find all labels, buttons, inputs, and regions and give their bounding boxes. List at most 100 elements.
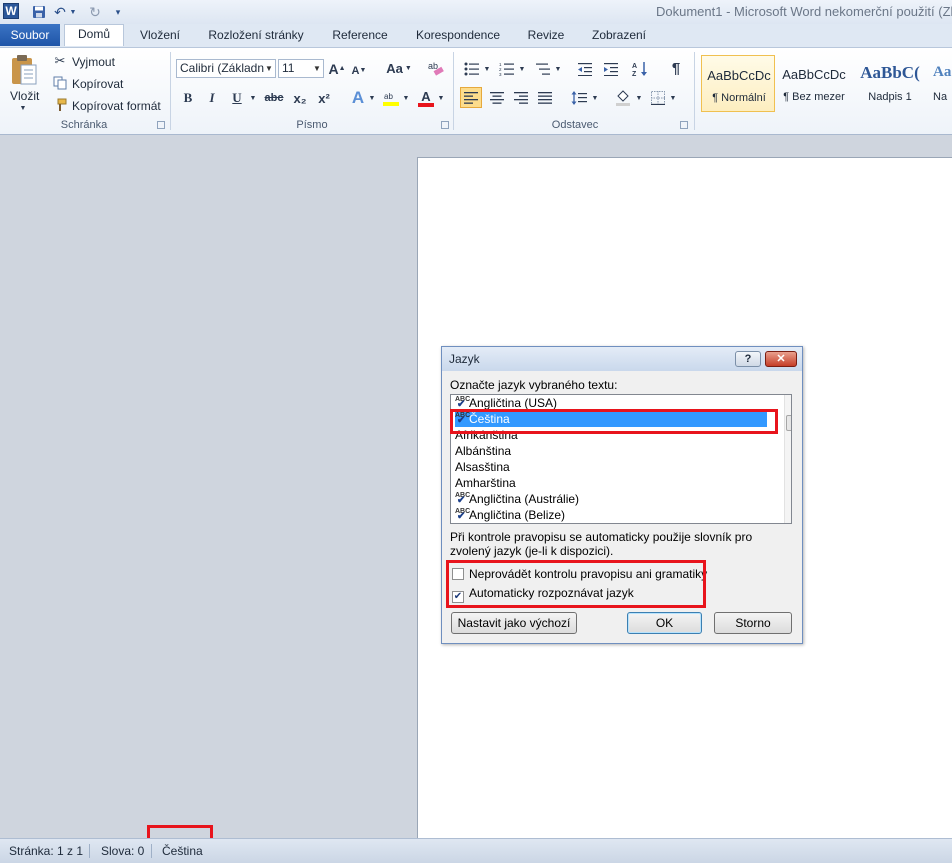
group-divider <box>170 52 171 130</box>
shading-dropdown-icon[interactable]: ▼ <box>634 90 644 106</box>
style-heading-1[interactable]: AaBbC( Nadpis 1 <box>853 55 927 112</box>
cancel-button[interactable]: Storno <box>714 612 792 634</box>
align-center-icon[interactable] <box>486 87 508 108</box>
bullets-icon[interactable] <box>462 59 482 78</box>
italic-button[interactable]: I <box>203 89 221 107</box>
paragraph-dialog-launcher-icon[interactable] <box>680 121 688 129</box>
strikethrough-button[interactable]: abc <box>262 89 286 107</box>
numbering-dropdown-icon[interactable]: ▼ <box>517 61 527 77</box>
scroll-up-icon[interactable]: ▲ <box>785 395 791 409</box>
font-name-combo[interactable]: Calibri (Základn ▼ <box>176 59 276 78</box>
borders-dropdown-icon[interactable]: ▼ <box>668 90 678 106</box>
save-icon[interactable] <box>30 3 48 21</box>
underline-dropdown-icon[interactable]: ▼ <box>248 90 258 106</box>
tab-file[interactable]: Soubor <box>0 24 60 46</box>
highlight-color-icon[interactable]: ab <box>381 88 401 108</box>
tab-page-layout[interactable]: Rozložení stránky <box>196 26 316 47</box>
change-case-icon: Aa <box>386 61 403 76</box>
superscript-button[interactable]: x² <box>314 89 334 107</box>
scrollbar-thumb[interactable] <box>786 415 791 431</box>
tab-insert[interactable]: Vložení <box>128 26 192 47</box>
bold-button[interactable]: B <box>179 89 197 107</box>
redo-icon[interactable]: ↻ <box>87 3 103 21</box>
increase-indent-icon[interactable] <box>601 59 621 78</box>
text-effects-dropdown-icon[interactable]: ▼ <box>367 90 377 106</box>
word-app-icon[interactable]: W <box>3 3 19 19</box>
undo-dropdown-icon[interactable]: ▼ <box>68 3 78 21</box>
language-list-item[interactable]: Albánština <box>455 443 767 459</box>
tab-home[interactable]: Domů <box>64 24 124 46</box>
status-page-count[interactable]: Stránka: 1 z 1 <box>9 844 83 858</box>
status-language[interactable]: Čeština <box>162 844 203 858</box>
set-as-default-button[interactable]: Nastavit jako výchozí <box>451 612 577 634</box>
multilevel-list-icon[interactable] <box>533 59 553 78</box>
style-name: ¶ Bez mezer <box>783 91 845 103</box>
scroll-down-icon[interactable]: ▼ <box>785 509 791 523</box>
scissors-icon: ✂ <box>54 53 66 68</box>
numbering-icon[interactable]: 123 <box>497 59 517 78</box>
chevron-down-icon: ▼ <box>265 64 273 73</box>
borders-icon[interactable] <box>648 87 668 108</box>
line-spacing-dropdown-icon[interactable]: ▼ <box>590 90 600 106</box>
style-heading-2[interactable]: Aa Na <box>929 55 952 112</box>
underline-button[interactable]: U <box>228 89 246 107</box>
align-right-icon[interactable] <box>510 87 532 108</box>
close-button[interactable]: ✕ <box>765 351 797 367</box>
subscript-button[interactable]: x₂ <box>290 89 310 107</box>
ok-button[interactable]: OK <box>627 612 702 634</box>
tab-review[interactable]: Revize <box>518 26 574 47</box>
copy-button[interactable]: Kopírovat <box>72 77 123 91</box>
font-color-button[interactable]: A <box>416 88 436 108</box>
undo-icon[interactable]: ↶ <box>52 3 68 21</box>
shrink-font-button[interactable]: A ▼ <box>350 61 368 80</box>
language-prompt-label: Označte jazyk vybraného textu: <box>450 378 618 392</box>
dialog-title-bar[interactable]: Jazyk ? ✕ <box>442 347 802 371</box>
shading-icon[interactable] <box>612 87 634 108</box>
clear-formatting-icon[interactable]: ab <box>426 58 446 78</box>
customize-quick-access-icon[interactable]: ▾ <box>112 3 124 21</box>
clipboard-dialog-launcher-icon[interactable] <box>157 121 165 129</box>
font-color-dropdown-icon[interactable]: ▼ <box>436 90 446 106</box>
highlight-dropdown-icon[interactable]: ▼ <box>401 90 411 106</box>
language-list-scrollbar[interactable]: ▲ ▼ <box>784 395 791 523</box>
clipboard-group-label: Schránka <box>60 119 108 131</box>
language-list-item[interactable]: ABCAngličtina (Austrálie) <box>455 491 767 507</box>
status-word-count[interactable]: Slova: 0 <box>101 844 144 858</box>
align-left-button[interactable] <box>460 87 482 108</box>
font-size-combo[interactable]: 11 ▼ <box>278 59 324 78</box>
svg-text:ab: ab <box>428 61 438 71</box>
svg-text:Z: Z <box>632 71 637 77</box>
decrease-indent-icon[interactable] <box>575 59 595 78</box>
paste-button[interactable]: Vložit <box>10 89 39 103</box>
highlight-box-checkboxes <box>446 560 706 608</box>
language-name: Angličtina (Austrálie) <box>469 492 580 506</box>
paste-dropdown-icon[interactable]: ▼ <box>18 104 28 112</box>
grow-font-button[interactable]: A ▲ <box>328 59 346 78</box>
sort-icon[interactable]: AZ <box>630 59 650 78</box>
format-painter-button[interactable]: Kopírovat formát <box>72 99 161 113</box>
tab-view[interactable]: Zobrazení <box>580 26 658 47</box>
language-name: Alsasština <box>455 460 510 474</box>
style-normal[interactable]: AaBbCcDc ¶ Normální <box>701 55 775 112</box>
tab-references[interactable]: Reference <box>322 26 398 47</box>
justify-icon[interactable] <box>534 87 556 108</box>
language-list-item[interactable]: ABCAngličtina (Belize) <box>455 507 767 523</box>
line-spacing-icon[interactable] <box>568 87 590 108</box>
style-no-spacing[interactable]: AaBbCcDc ¶ Bez mezer <box>777 55 851 112</box>
group-divider <box>694 52 695 130</box>
status-divider <box>151 844 152 858</box>
tab-mailings[interactable]: Korespondence <box>404 26 512 47</box>
language-name: Albánština <box>455 444 512 458</box>
cut-button[interactable]: Vyjmout <box>72 55 115 69</box>
font-dialog-launcher-icon[interactable] <box>441 121 449 129</box>
text-effects-icon[interactable]: A <box>348 88 368 108</box>
language-list-item[interactable]: Alsasština <box>455 459 767 475</box>
show-formatting-marks-button[interactable]: ¶ <box>666 59 686 78</box>
help-button[interactable]: ? <box>735 351 761 367</box>
font-color-swatch <box>418 102 434 107</box>
bullets-dropdown-icon[interactable]: ▼ <box>482 61 492 77</box>
multilevel-dropdown-icon[interactable]: ▼ <box>553 61 563 77</box>
language-list-item[interactable]: Amharština <box>455 475 767 491</box>
paste-icon[interactable] <box>9 53 39 87</box>
change-case-button[interactable]: Aa ▼ <box>384 59 414 78</box>
